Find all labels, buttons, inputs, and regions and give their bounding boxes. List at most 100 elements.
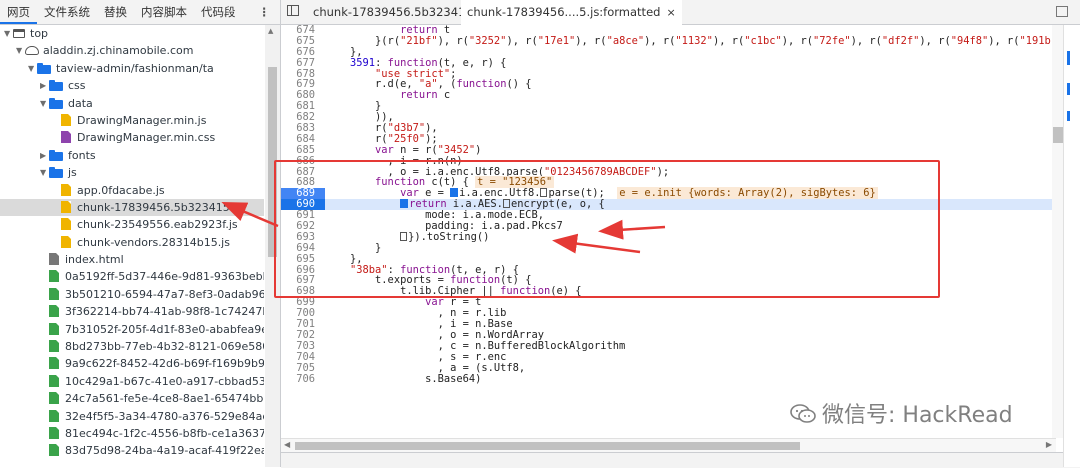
line-number[interactable]: 706 (281, 373, 325, 385)
tree-item[interactable]: ▼ data (0, 95, 264, 112)
expand-arrow-icon[interactable]: ▼ (40, 95, 49, 112)
code-token: function (456, 78, 507, 91)
frame-icon (13, 29, 25, 38)
tree-item[interactable]: 10c429a1-b67c-41e0-a917-cbbad53dea29 (0, 373, 264, 390)
tree-item[interactable]: DrawingManager.min.css (0, 129, 264, 146)
tree-item[interactable]: ▼ js (0, 164, 264, 181)
tree-item[interactable]: app.0fdacabe.js (0, 182, 264, 199)
collapse-arrow-icon[interactable]: ▶ (40, 77, 49, 94)
tree-item[interactable]: 9a9c622f-8452-42d6-b69f-f169b9b9d603 (0, 355, 264, 372)
net-file-icon (49, 340, 59, 353)
tree-item[interactable]: ▶ css (0, 77, 264, 94)
js-file-icon (61, 235, 71, 248)
folder-icon (49, 97, 63, 109)
tree-item-label: 8bd273bb-77eb-4b32-8121-069e58077d59 (65, 340, 264, 354)
code-token: "21bf" (400, 34, 438, 47)
sidebar-toggle-icon[interactable] (287, 5, 299, 16)
tree-item-label: top (30, 27, 49, 40)
tree-item[interactable]: 24c7a561-fe5e-4ce8-8ae1-65474bb9382c (0, 390, 264, 407)
close-icon[interactable]: × (666, 6, 675, 19)
line-number[interactable]: 704 (281, 351, 325, 363)
watermark: 微信号: HackRead (790, 397, 1013, 429)
tree-item[interactable]: 83d75d98-24ba-4a19-acaf-419f22eace68 (0, 442, 264, 459)
tree-item[interactable]: chunk-17839456.5b323415.js (0, 198, 264, 217)
folder-icon (49, 149, 63, 161)
tree-item-label: 3f362214-bb74-41ab-98f8-1c74247bf65b (65, 305, 264, 319)
editor-tab-label: chunk-17839456....5.js:formatted (467, 5, 661, 19)
scroll-left-icon[interactable]: ◀ (284, 440, 290, 449)
net-file-icon (49, 287, 59, 300)
css-file-icon (61, 131, 71, 144)
tree-item[interactable]: chunk-23549556.eab2923f.js (0, 216, 264, 233)
tree-item-label: fonts (68, 148, 96, 162)
tree-item-label: data (68, 96, 93, 110)
expand-arrow-icon[interactable]: ▼ (4, 25, 13, 42)
code-token: ), r( (712, 34, 745, 47)
code-token: "df2f" (881, 34, 920, 47)
code-line[interactable]: 680 return c (281, 90, 1056, 101)
debugger-toggle-icon[interactable] (1056, 6, 1068, 17)
editor-tab[interactable]: chunk-17839456....5.js:formatted × (461, 0, 682, 25)
tree-item[interactable]: DrawingManager.min.js (0, 112, 264, 129)
tree-item-label: 10c429a1-b67c-41e0-a917-cbbad53dea29 (65, 374, 264, 388)
code-token: "72fe" (813, 34, 851, 47)
navigator-tab[interactable]: 网页 (0, 0, 37, 24)
editor-horizontal-scrollbar[interactable]: ◀ ▶ (281, 438, 1056, 453)
tree-item[interactable]: ▼ top (0, 25, 264, 42)
code-line[interactable]: 681 } (281, 101, 1056, 112)
code-token: "3252" (468, 34, 507, 47)
folder-icon (49, 167, 63, 179)
expand-arrow-icon[interactable]: ▼ (16, 42, 25, 59)
code-token: ), r( (506, 34, 538, 47)
tree-item[interactable]: ▼ taview-admin/fashionman/ta (0, 60, 264, 77)
code-token: () { (506, 78, 532, 91)
tree-item-label: 24c7a561-fe5e-4ce8-8ae1-65474bb9382c (65, 392, 264, 406)
tree-item[interactable]: 81ec494c-1f2c-4556-b8fb-ce1a3637c253 (0, 425, 264, 442)
code-token: ), r( (850, 34, 882, 47)
code-line[interactable]: 675 }(r("21bf"), r("3252"), r("17e1"), r… (281, 34, 1056, 47)
code-line[interactable]: 706 s.Base64) (281, 373, 1056, 385)
tree-item[interactable]: ▼ aladdin.zj.chinamobile.com (0, 42, 264, 59)
code-token: "191b" (1019, 34, 1056, 47)
folder-icon (37, 62, 51, 74)
editor-vertical-scrollbar-thumb[interactable] (1053, 127, 1063, 143)
tree-item[interactable]: 3b501210-6594-47a7-8ef3-0adab96c558c (0, 286, 264, 303)
tree-item[interactable]: ▶ fonts (0, 147, 264, 164)
net-file-icon (49, 409, 59, 422)
tree-item[interactable]: 8bd273bb-77eb-4b32-8121-069e58077d59 (0, 338, 264, 355)
file-tree: ▼ top ▼ aladdin.zj.chinamobile.com ▼ taview-a… (0, 25, 264, 467)
js-file-icon (61, 183, 71, 196)
tree-item-label: taview-admin/fashionman/ta (56, 61, 214, 75)
tree-item[interactable]: 32e4f5f5-3a34-4780-a376-529e84ac204a (0, 408, 264, 425)
net-file-icon (49, 270, 59, 283)
editor-horizontal-scrollbar-thumb[interactable] (295, 442, 800, 450)
code-token: return (400, 89, 438, 102)
page-side-strip (1063, 25, 1080, 467)
scroll-right-icon[interactable]: ▶ (1046, 440, 1052, 449)
tree-item-label: 32e4f5f5-3a34-4780-a376-529e84ac204a (65, 409, 264, 423)
navigator-tab[interactable]: 文件系统 (37, 0, 97, 24)
tree-item[interactable]: 0a5192ff-5d37-446e-9d81-9363bebb54cb (0, 268, 264, 285)
expand-arrow-icon[interactable]: ▼ (28, 60, 37, 77)
editor-status-bar (281, 452, 1080, 468)
tree-item-label: 9a9c622f-8452-42d6-b69f-f169b9b9d603 (65, 357, 264, 371)
tree-item[interactable]: index.html (0, 251, 264, 268)
navigator-tabs: 网页 文件系统 替换 内容脚本 代码段 ⋮ (0, 0, 280, 25)
navigator-tab[interactable]: 替换 (97, 0, 134, 24)
wechat-icon (790, 404, 816, 423)
net-file-icon (49, 444, 59, 457)
navigator-tab[interactable]: 代码段 (194, 0, 243, 24)
editor-tabs: chunk-17839456.5b323415.js chunk-17839456… (281, 0, 1080, 25)
expand-arrow-icon[interactable]: ▼ (40, 164, 49, 181)
tree-item[interactable]: 7b31052f-205f-4d1f-83e0-ababfea9e6ba (0, 321, 264, 338)
navigator-panel: 网页 文件系统 替换 内容脚本 代码段 ⋮ ▼ top ▼ aladdin.zj.chinamo… (0, 0, 281, 467)
tree-item-label: 3b501210-6594-47a7-8ef3-0adab96c558c (65, 287, 264, 301)
line-number[interactable]: 705 (281, 362, 325, 374)
navigator-tab[interactable]: 内容脚本 (134, 0, 194, 24)
tree-item[interactable]: chunk-vendors.28314b15.js (0, 234, 264, 251)
more-options-icon[interactable]: ⋮ (259, 0, 271, 24)
scroll-up-icon[interactable]: ▲ (268, 27, 273, 35)
line-number[interactable]: 677 (281, 57, 325, 69)
collapse-arrow-icon[interactable]: ▶ (40, 147, 49, 164)
tree-item[interactable]: 3f362214-bb74-41ab-98f8-1c74247bf65b (0, 303, 264, 320)
